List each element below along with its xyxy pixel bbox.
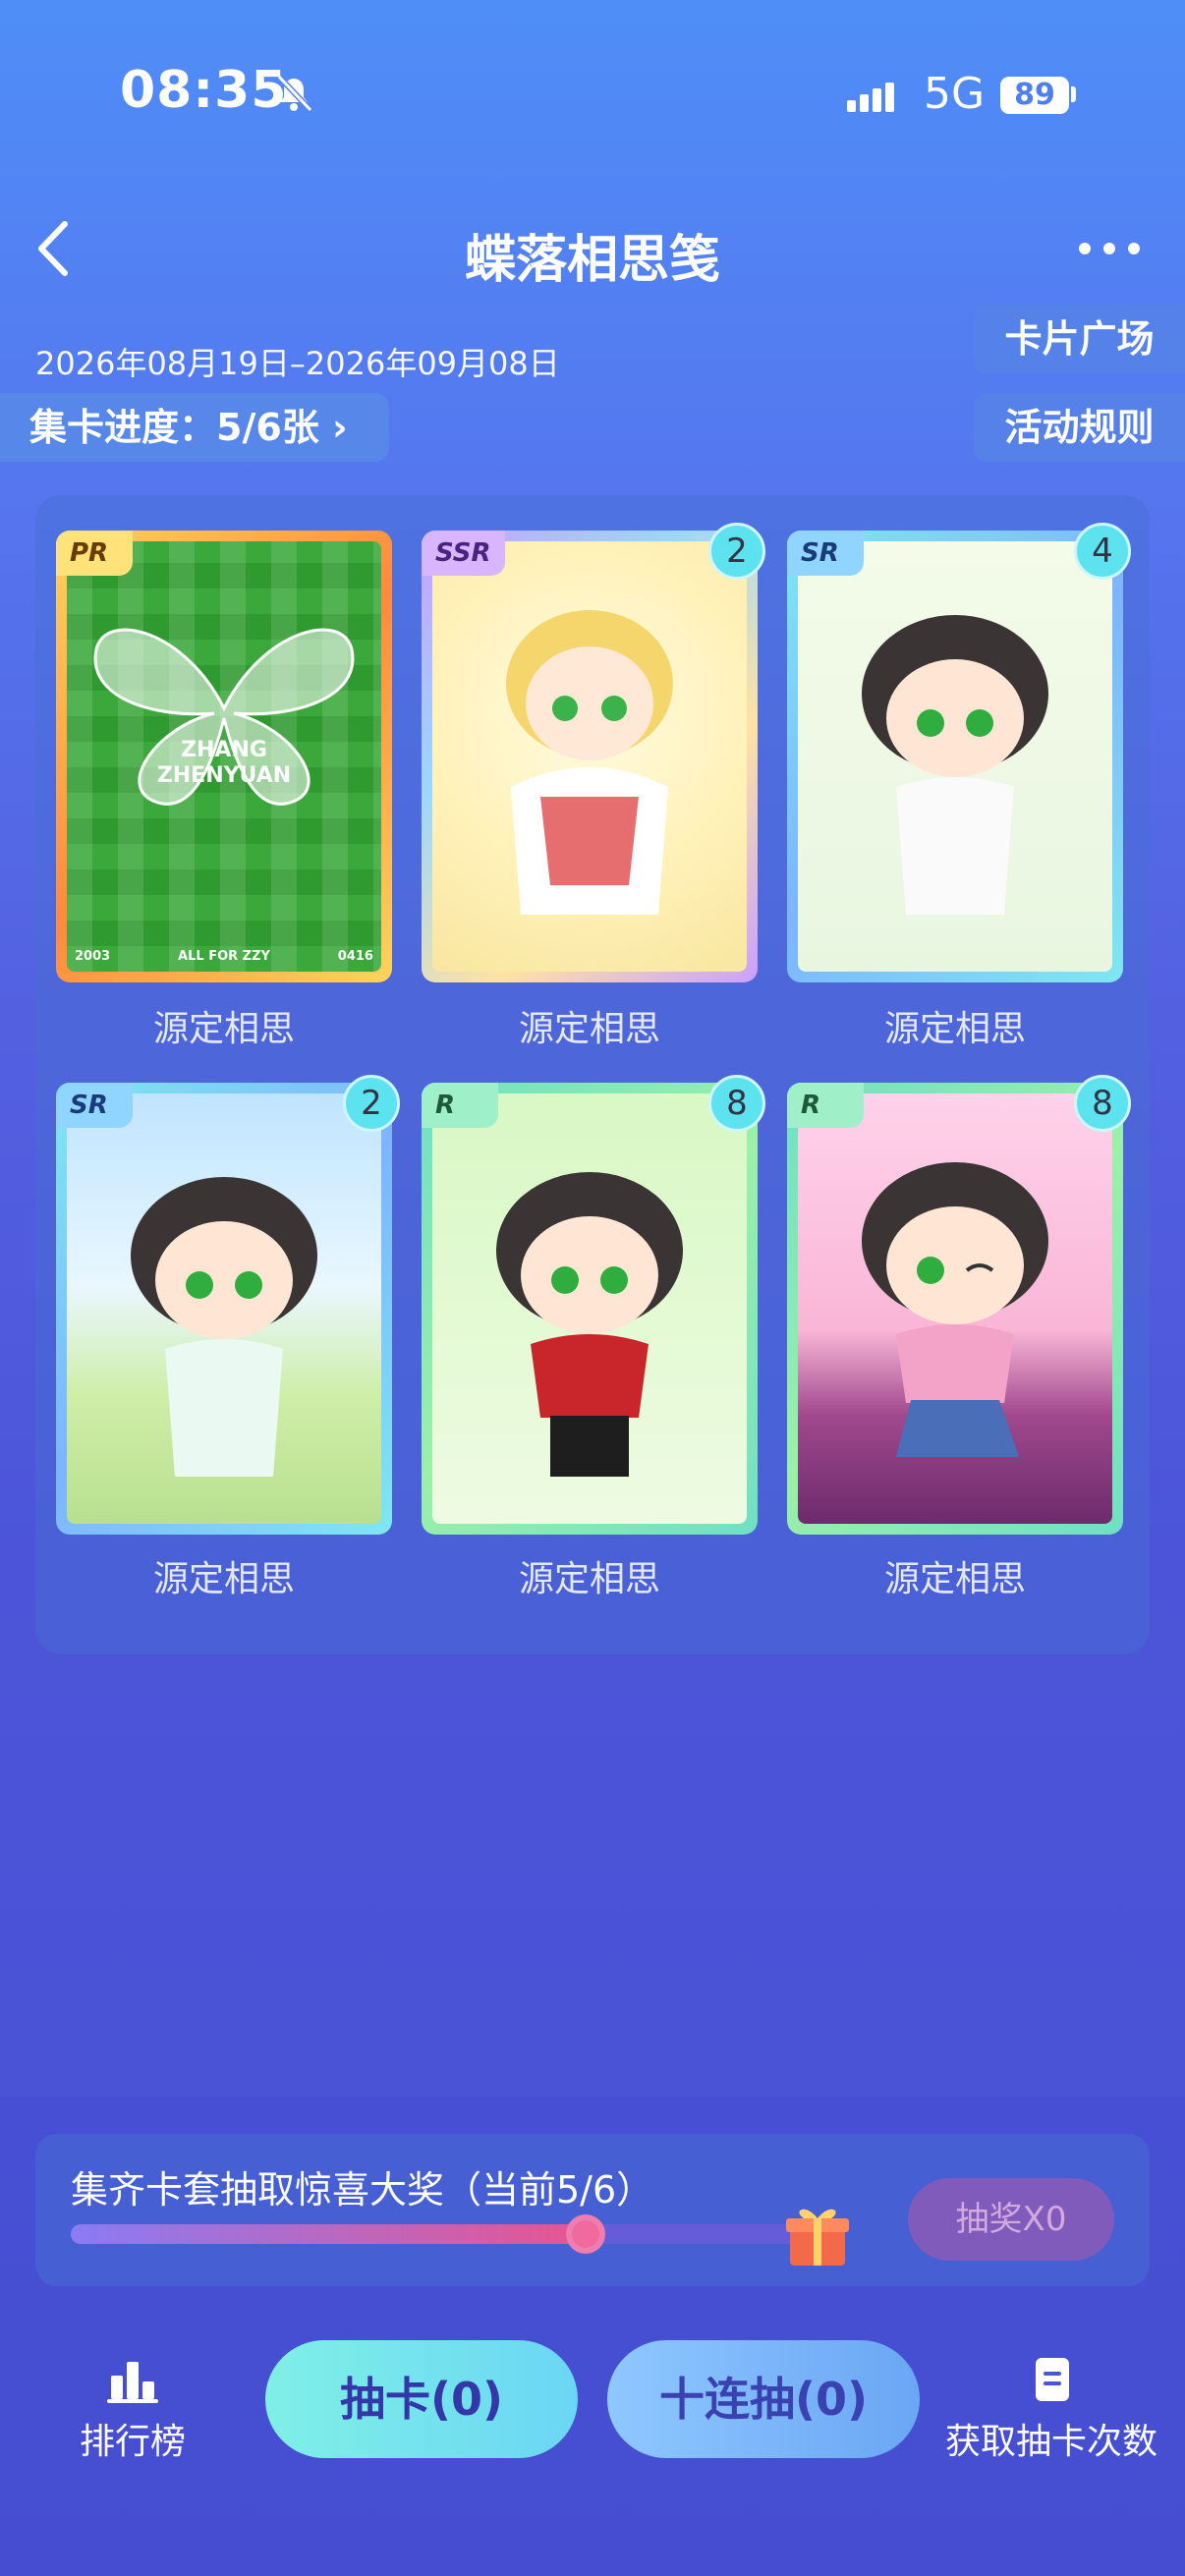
- card-name: 源定相思: [883, 1559, 1026, 1599]
- event-rules-button[interactable]: 活动规则: [974, 393, 1185, 462]
- grand-prize-text: 集齐卡套抽取惊喜大奖（当前5/6）: [71, 2168, 654, 2212]
- rarity-badge: SR: [56, 1083, 133, 1128]
- art-foot-year: 2003: [75, 949, 111, 964]
- art-text-line1: ZHANG: [181, 738, 267, 762]
- card-count-badge: 8: [1074, 1075, 1131, 1132]
- network-label: 5G: [924, 69, 986, 119]
- draw-card-button[interactable]: 抽卡(0): [265, 2340, 578, 2458]
- card-ssr[interactable]: SSR 2: [422, 523, 765, 982]
- document-icon: [1036, 2358, 1069, 2401]
- card-r[interactable]: R 8: [787, 1075, 1131, 1535]
- rarity-badge: PR: [56, 531, 133, 576]
- ranking-label: 排行榜: [79, 2422, 186, 2462]
- ranking-nav-item[interactable]: 排行榜: [59, 2350, 206, 2464]
- ranking-icon: [107, 2362, 158, 2403]
- butterfly-icon: [93, 628, 355, 806]
- card-name: 源定相思: [518, 1009, 660, 1049]
- bell-muted-icon: [276, 74, 313, 113]
- more-icon[interactable]: [1077, 241, 1142, 256]
- page-title: 蝶落相思笺: [464, 231, 720, 290]
- card-name: 源定相思: [883, 1009, 1026, 1049]
- rarity-badge: SR: [787, 531, 864, 576]
- card-count-badge: 2: [343, 1075, 400, 1132]
- battery-indicator: 89: [1000, 77, 1069, 114]
- art-foot-date: 0416: [337, 949, 373, 964]
- card-r[interactable]: R 8: [422, 1075, 765, 1535]
- card-sr[interactable]: SR 2: [56, 1075, 400, 1535]
- collection-progress[interactable]: 集卡进度：5/6张 ›: [0, 393, 389, 462]
- card-count-badge: 2: [708, 523, 765, 580]
- card-sr[interactable]: SR 4: [787, 523, 1131, 982]
- signal-icon: [847, 83, 894, 112]
- card-name: 源定相思: [152, 1559, 295, 1599]
- chibi-calligraphy-illustration: [862, 615, 1048, 915]
- draw-ten-button[interactable]: 十连抽(0): [607, 2340, 920, 2458]
- chibi-heart-illustration: [131, 1177, 317, 1477]
- chibi-singer-illustration: [496, 1172, 683, 1477]
- prize-progress-fill: [71, 2224, 586, 2244]
- event-date-range: 2026年08月19日–2026年09月08日: [35, 345, 560, 382]
- lottery-button[interactable]: 抽奖X0: [908, 2178, 1114, 2261]
- art-foot-tagline: ALL FOR ZZY: [178, 949, 270, 964]
- get-draws-label: 获取抽卡次数: [944, 2422, 1157, 2462]
- card-name: 源定相思: [152, 1009, 295, 1049]
- chibi-cupid-illustration: [506, 610, 673, 915]
- card-plaza-button[interactable]: 卡片广场: [974, 305, 1185, 373]
- get-draws-nav-item[interactable]: 获取抽卡次数: [943, 2350, 1159, 2464]
- rarity-badge: R: [422, 1083, 498, 1128]
- rarity-badge: R: [787, 1083, 864, 1128]
- battery-tip: [1071, 86, 1076, 102]
- chibi-stage-illustration: [862, 1162, 1048, 1457]
- card-name: 源定相思: [518, 1559, 660, 1599]
- card-count-badge: 4: [1074, 523, 1131, 580]
- card-count-badge: 8: [708, 1075, 765, 1132]
- prize-progress-knob: [566, 2214, 605, 2254]
- gift-icon: [786, 2209, 849, 2266]
- art-text-line2: ZHENYUAN: [156, 763, 292, 788]
- rarity-badge: SSR: [422, 531, 505, 576]
- card-pr[interactable]: PR ZHANG ZHENYUAN 2003 ALL FOR ZZY 0416: [56, 531, 392, 982]
- status-time: 08:35: [120, 61, 288, 120]
